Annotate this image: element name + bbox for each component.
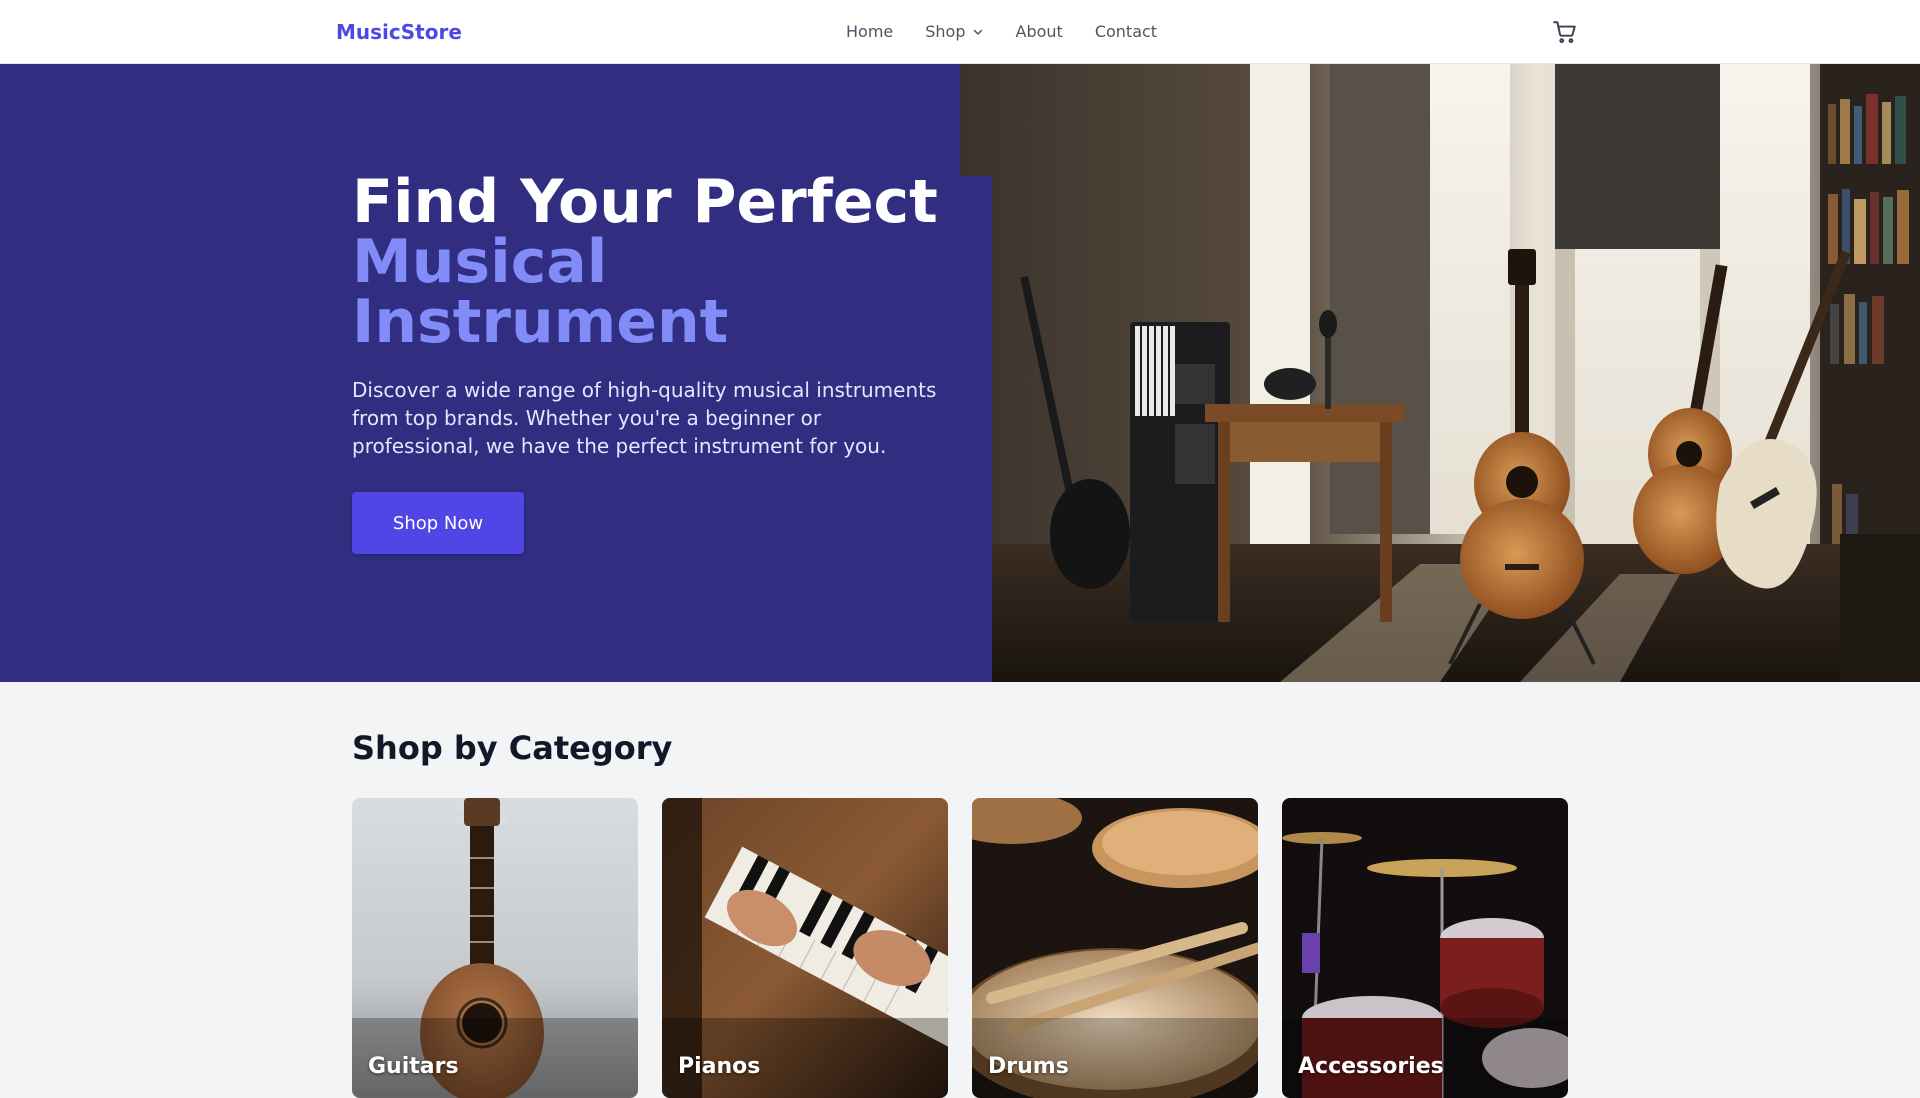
- category-label-drums: Drums: [988, 1054, 1069, 1079]
- main-nav: Home Shop About Contact: [846, 20, 1157, 44]
- nav-home[interactable]: Home: [846, 20, 893, 44]
- piano-keys-photo: [662, 798, 948, 1098]
- category-card-guitars[interactable]: Guitars: [352, 798, 638, 1098]
- nav-shop-label: Shop: [925, 22, 966, 41]
- category-card-accessories[interactable]: Accessories: [1282, 798, 1568, 1098]
- nav-shop[interactable]: Shop: [925, 20, 983, 44]
- hero-title: Find Your Perfect Musical Instrument: [352, 172, 952, 352]
- category-card-drums[interactable]: Drums: [972, 798, 1258, 1098]
- drum-kit-photo: [1282, 798, 1568, 1098]
- cart-icon[interactable]: [1552, 19, 1578, 45]
- category-card-pianos[interactable]: Pianos: [662, 798, 948, 1098]
- hero-section: Find Your Perfect Musical Instrument Dis…: [0, 64, 1920, 682]
- category-heading: Shop by Category: [352, 729, 673, 767]
- drum-sticks-photo: [972, 798, 1258, 1098]
- brand-logo[interactable]: MusicStore: [336, 19, 462, 45]
- category-grid: Guitars Pianos Drums Accessories: [352, 798, 1568, 1098]
- chevron-down-icon: [972, 26, 984, 38]
- ukulele-photo: [352, 798, 638, 1098]
- hero-description: Discover a wide range of high-quality mu…: [352, 378, 937, 458]
- hero-panel-edge: [960, 176, 992, 682]
- music-studio-photo: [960, 64, 1920, 682]
- hero-title-accent: Musical Instrument: [352, 227, 729, 357]
- category-label-guitars: Guitars: [368, 1054, 459, 1079]
- shop-now-button[interactable]: Shop Now: [352, 492, 524, 554]
- category-label-pianos: Pianos: [678, 1054, 761, 1079]
- category-label-accessories: Accessories: [1298, 1054, 1444, 1079]
- nav-about[interactable]: About: [1016, 20, 1063, 44]
- nav-contact[interactable]: Contact: [1095, 20, 1157, 44]
- navbar: MusicStore Home Shop About Contact: [0, 0, 1920, 64]
